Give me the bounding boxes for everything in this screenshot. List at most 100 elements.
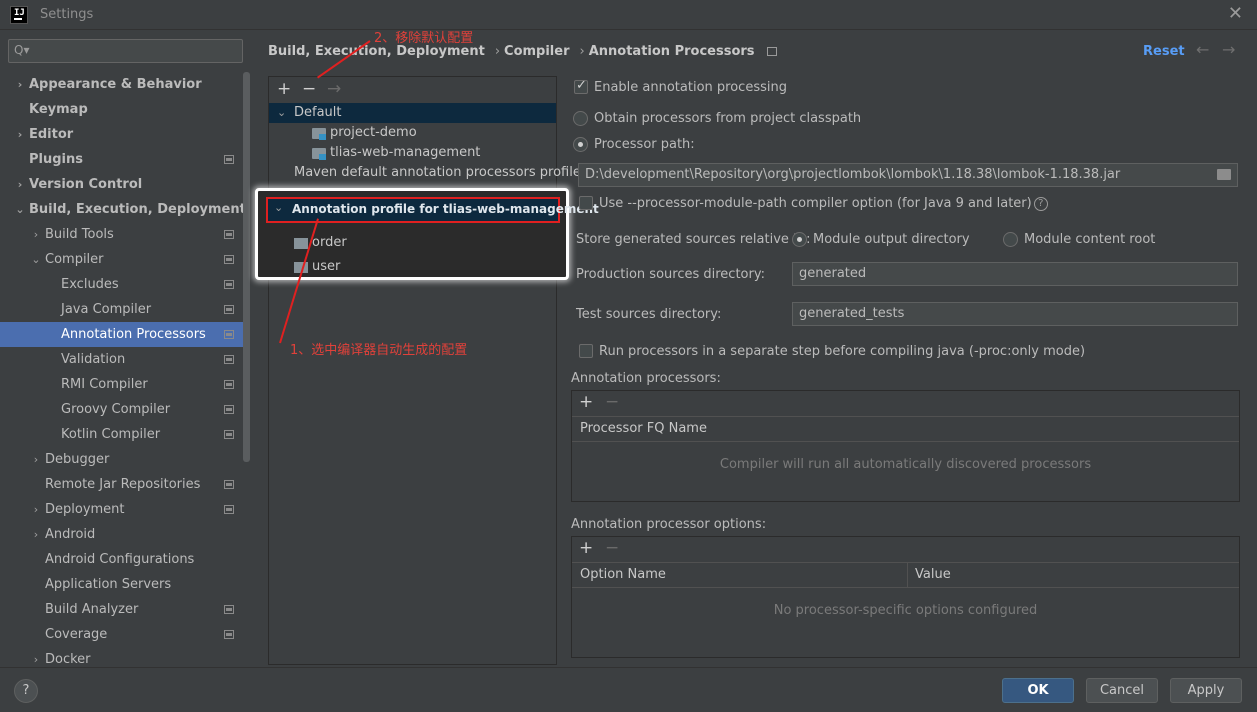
add-processor-button[interactable]: +: [579, 392, 593, 412]
sidebar-item-groovy-compiler[interactable]: Groovy Compiler: [0, 397, 250, 422]
test-dir-field[interactable]: generated_tests: [792, 302, 1238, 326]
production-dir-label: Production sources directory:: [576, 267, 765, 282]
processors-table: + − Processor FQ Name Compiler will run …: [571, 390, 1240, 502]
processors-empty-message: Compiler will run all automatically disc…: [719, 457, 1092, 472]
processors-header: Processor FQ Name: [572, 416, 1239, 442]
sidebar-item-label: Validation: [61, 352, 126, 367]
ok-button[interactable]: OK: [1002, 678, 1074, 703]
module-content-radio[interactable]: [1003, 232, 1018, 247]
close-icon[interactable]: ✕: [1228, 3, 1243, 24]
profile-default[interactable]: ⌄ Default: [269, 103, 556, 123]
sidebar-item-android[interactable]: › Android: [0, 522, 250, 547]
obtain-classpath-label: Obtain processors from project classpath: [594, 111, 862, 126]
title-bar: IJ Settings ✕: [0, 0, 1257, 30]
module-content-label: Module content root: [1024, 232, 1156, 247]
project-scope-icon: [224, 430, 234, 439]
add-profile-button[interactable]: +: [277, 79, 291, 99]
processor-path-radio[interactable]: [573, 137, 588, 152]
sidebar-item-rmi-compiler[interactable]: RMI Compiler: [0, 372, 250, 397]
sidebar-item-keymap[interactable]: Keymap: [0, 97, 250, 122]
sidebar-item-editor[interactable]: › Editor: [0, 122, 250, 147]
profiles-panel: + − → ⌄ Default project-demo tlias-web-m…: [268, 76, 581, 665]
sidebar-item-build-tools[interactable]: › Build Tools: [0, 222, 250, 247]
chevron-right-icon[interactable]: ›: [14, 172, 26, 197]
chevron-down-icon[interactable]: ⌄: [14, 197, 26, 222]
chevron-right-icon[interactable]: ›: [30, 522, 42, 547]
search-input[interactable]: Q▾: [8, 39, 243, 63]
profile-generated-label: Annotation profile for tlias-web-managem…: [292, 202, 599, 216]
add-option-button[interactable]: +: [579, 538, 593, 558]
sidebar-item-appearance-behavior[interactable]: › Appearance & Behavior: [0, 72, 250, 97]
move-profile-button[interactable]: →: [327, 79, 341, 99]
sidebar-item-label: Build Tools: [45, 227, 114, 242]
sidebar-item-application-servers[interactable]: Application Servers: [0, 572, 250, 597]
processor-path-field[interactable]: D:\development\Repository\org\projectlom…: [578, 163, 1238, 187]
run-separate-label: Run processors in a separate step before…: [599, 344, 1086, 359]
profile-generated[interactable]: ⌄ Annotation profile for tlias-web-manag…: [266, 197, 599, 223]
project-scope-icon: [224, 380, 234, 389]
options-table: + − Option Name Value No processor-speci…: [571, 536, 1240, 658]
annotation-step1: 1、选中编译器自动生成的配置: [290, 343, 468, 358]
cancel-button[interactable]: Cancel: [1086, 678, 1158, 703]
sidebar-item-version-control[interactable]: › Version Control: [0, 172, 250, 197]
module-folder-icon: [312, 128, 326, 140]
sidebar-item-coverage[interactable]: Coverage: [0, 622, 250, 647]
remove-profile-button[interactable]: −: [302, 79, 316, 99]
module-label: order: [312, 235, 347, 250]
chevron-right-icon[interactable]: ›: [14, 122, 26, 147]
test-dir-label: Test sources directory:: [576, 307, 722, 322]
breadcrumb-separator: ›: [579, 44, 585, 59]
sidebar-item-kotlin-compiler[interactable]: Kotlin Compiler: [0, 422, 250, 447]
sidebar-item-label: RMI Compiler: [61, 377, 148, 392]
browse-folder-icon[interactable]: [1217, 169, 1231, 180]
sidebar-item-java-compiler[interactable]: Java Compiler: [0, 297, 250, 322]
chevron-right-icon[interactable]: ›: [30, 222, 42, 247]
obtain-classpath-radio[interactable]: [573, 111, 588, 126]
sidebar-item-validation[interactable]: Validation: [0, 347, 250, 372]
processor-fq-column[interactable]: Processor FQ Name: [580, 417, 707, 441]
sidebar-item-deployment[interactable]: › Deployment: [0, 497, 250, 522]
enable-annotation-checkbox[interactable]: [574, 78, 588, 94]
project-scope-icon: [224, 280, 234, 289]
column-divider[interactable]: [907, 563, 908, 587]
sidebar-item-android-configurations[interactable]: Android Configurations: [0, 547, 250, 572]
sidebar-item-label: Kotlin Compiler: [61, 427, 161, 442]
chevron-down-icon[interactable]: ⌄: [274, 201, 283, 214]
production-dir-field[interactable]: generated: [792, 262, 1238, 286]
chevron-right-icon[interactable]: ›: [30, 497, 42, 522]
remove-processor-button[interactable]: −: [605, 392, 619, 412]
remove-option-button[interactable]: −: [605, 538, 619, 558]
breadcrumb-build: Build, Execution, Deployment: [268, 44, 485, 59]
sidebar-item-annotation-processors[interactable]: Annotation Processors: [0, 322, 250, 347]
help-button[interactable]: ?: [14, 679, 38, 703]
module-path-checkbox[interactable]: [579, 196, 593, 210]
sidebar-item-build-execution-deployment[interactable]: ⌄ Build, Execution, Deployment: [0, 197, 250, 222]
store-generated-label: Store generated sources relative to:: [576, 232, 811, 247]
chevron-down-icon[interactable]: ⌄: [277, 103, 286, 123]
breadcrumb-compiler: Compiler: [504, 44, 570, 59]
sidebar-item-remote-jar-repositories[interactable]: Remote Jar Repositories: [0, 472, 250, 497]
sidebar-item-build-analyzer[interactable]: Build Analyzer: [0, 597, 250, 622]
sidebar-scrollbar[interactable]: [243, 72, 250, 462]
chevron-right-icon[interactable]: ›: [14, 72, 26, 97]
help-icon[interactable]: ?: [1033, 196, 1048, 211]
breadcrumb-annotation-processors: Annotation Processors: [588, 44, 755, 59]
sidebar-item-compiler[interactable]: ⌄ Compiler: [0, 247, 250, 272]
module-output-radio[interactable]: [792, 232, 807, 247]
chevron-right-icon[interactable]: ›: [30, 447, 42, 472]
apply-button[interactable]: Apply: [1170, 678, 1242, 703]
options-toolbar: + −: [572, 537, 1239, 562]
option-name-column[interactable]: Option Name: [580, 563, 666, 587]
chevron-down-icon[interactable]: ⌄: [30, 247, 42, 272]
processor-path-value: D:\development\Repository\org\projectlom…: [585, 167, 1121, 182]
value-column[interactable]: Value: [915, 563, 951, 587]
forward-arrow-icon[interactable]: →: [1222, 40, 1235, 59]
sidebar-item-debugger[interactable]: › Debugger: [0, 447, 250, 472]
run-separate-checkbox[interactable]: [579, 344, 593, 358]
reset-link[interactable]: Reset: [1143, 44, 1185, 59]
sidebar-item-label: Keymap: [29, 102, 88, 117]
sidebar-item-plugins[interactable]: Plugins: [0, 147, 250, 172]
sidebar-item-excludes[interactable]: Excludes: [0, 272, 250, 297]
dialog-footer: ? OK Cancel Apply: [0, 667, 1257, 712]
back-arrow-icon[interactable]: ←: [1196, 40, 1209, 59]
